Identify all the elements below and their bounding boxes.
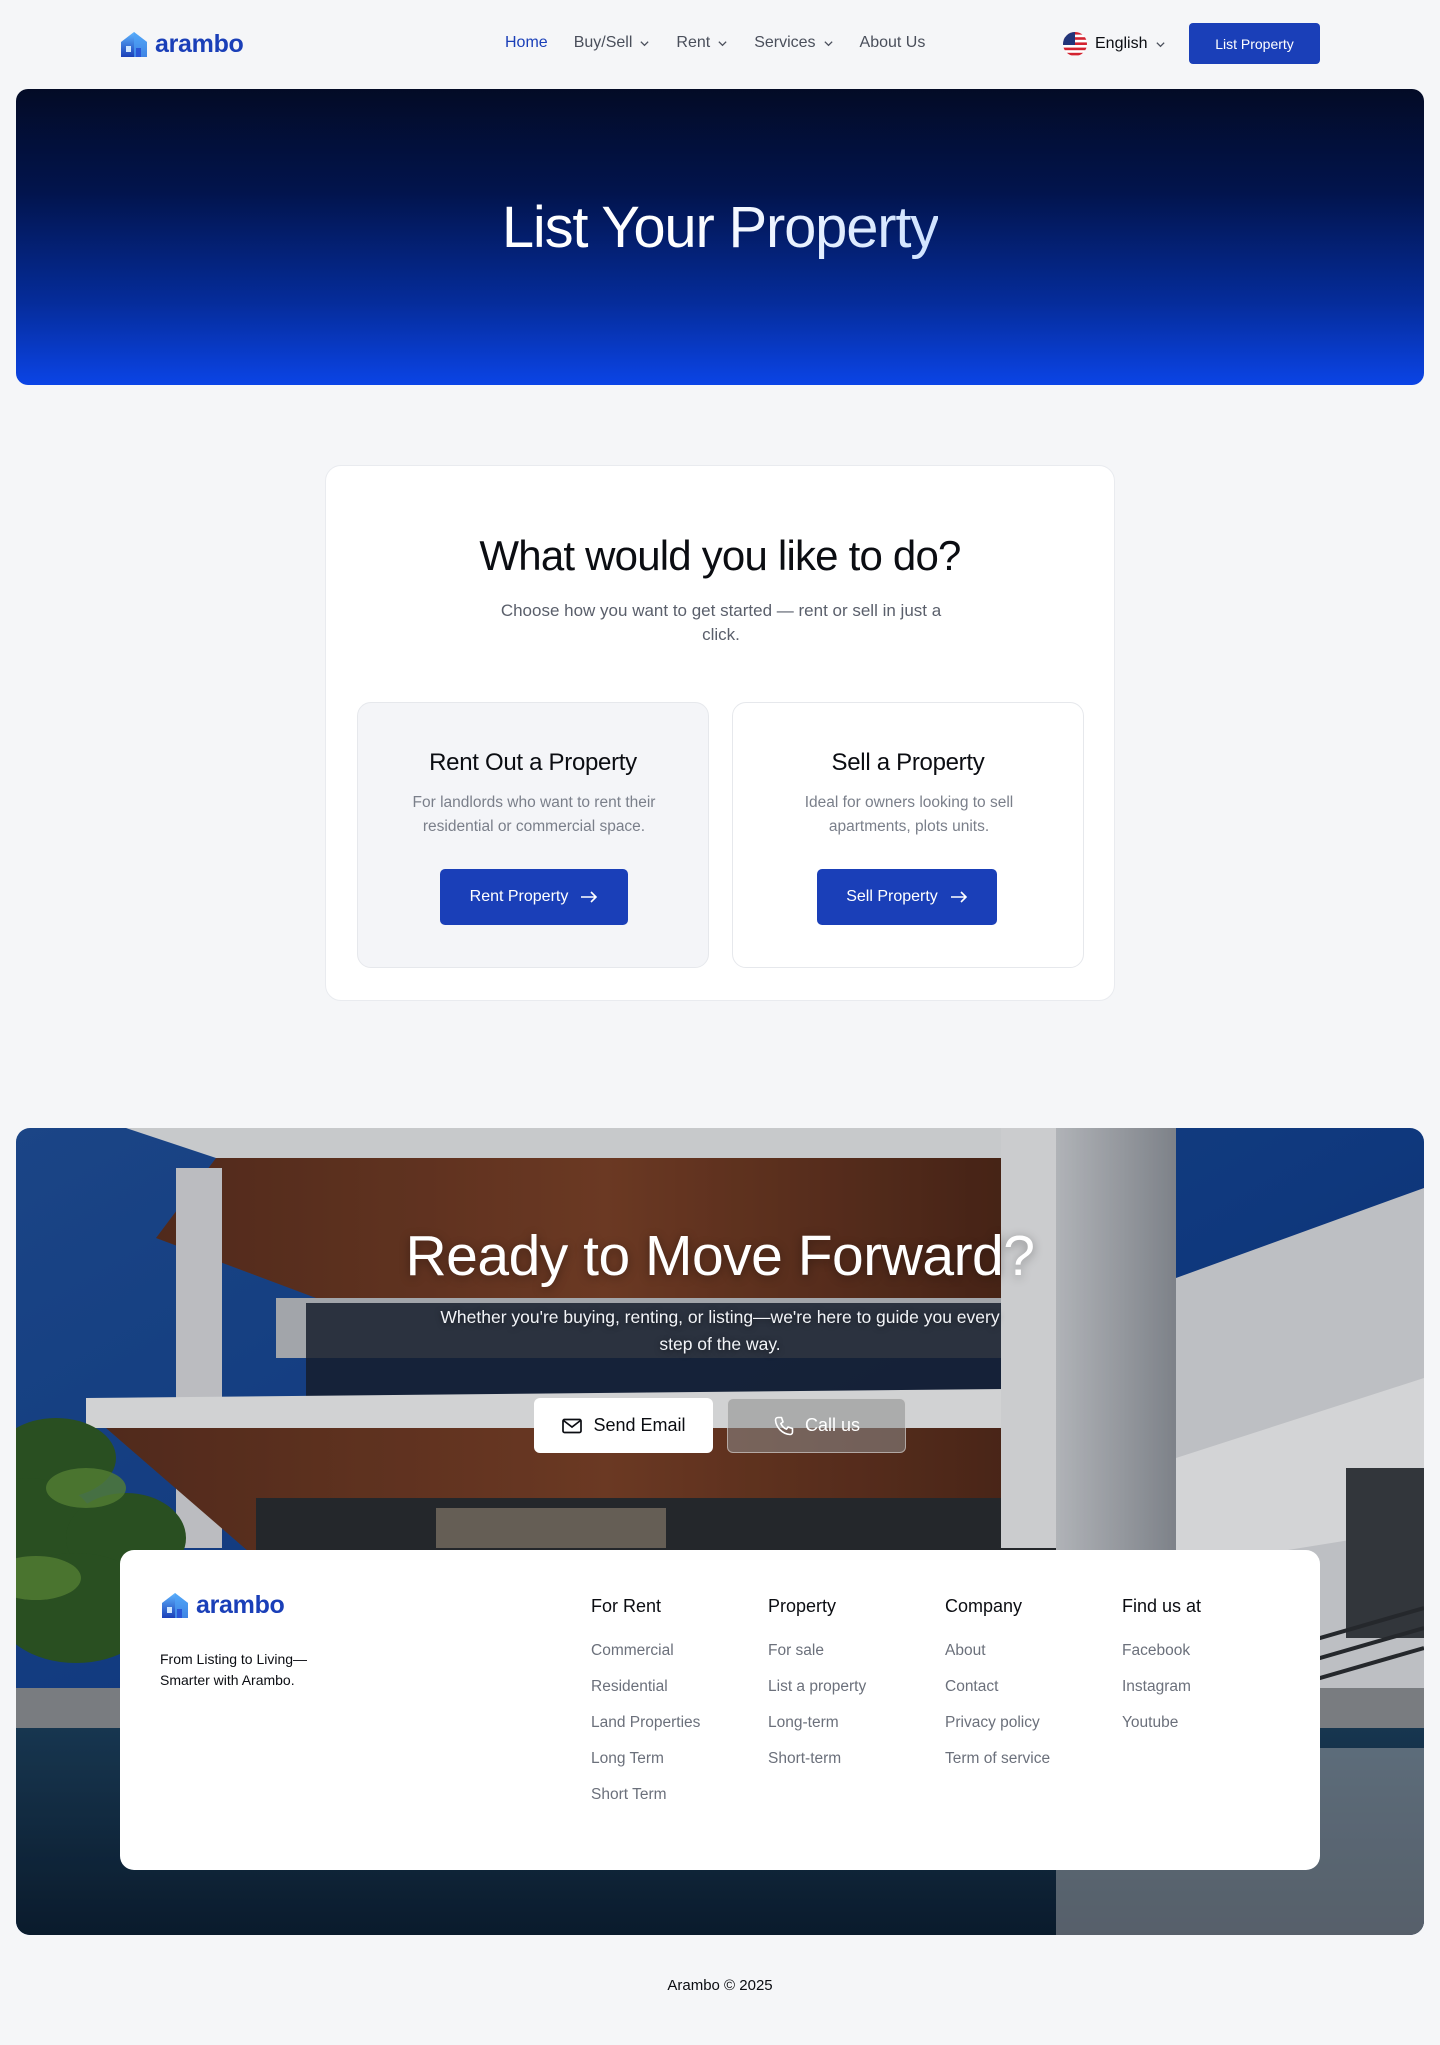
brand-logo[interactable]: arambo [119, 29, 244, 59]
arrow-right-icon [581, 891, 598, 903]
footer-link-facebook[interactable]: Facebook [1122, 1642, 1201, 1678]
footer-card: arambo From Listing to Living—Smarter wi… [120, 1550, 1320, 1870]
footer-link-long-term[interactable]: Long-term [768, 1714, 866, 1750]
rent-option-description: For landlords who want to rent their res… [412, 794, 656, 835]
nav-home-label: Home [505, 34, 548, 51]
chevron-down-icon [1156, 41, 1166, 47]
brand-name: arambo [155, 29, 244, 58]
call-us-button[interactable]: Call us [727, 1398, 906, 1453]
rent-option-card: Rent Out a Property For landlords who wa… [357, 702, 709, 968]
nav-buy-sell[interactable]: Buy/Sell [574, 34, 651, 52]
footer-link-land-properties[interactable]: Land Properties [591, 1714, 700, 1750]
footer-link-for-sale[interactable]: For sale [768, 1642, 866, 1678]
footer-brand-logo[interactable]: arambo [160, 1590, 285, 1620]
language-label: English [1095, 35, 1148, 52]
footer-col-for-rent: For Rent Commercial Residential Land Pro… [591, 1596, 700, 1822]
footer-brand-name: arambo [196, 1590, 285, 1619]
chevron-down-icon [823, 40, 833, 46]
chevron-down-icon [718, 40, 727, 46]
us-flag-icon [1063, 32, 1087, 56]
footer-col-heading: Find us at [1122, 1596, 1202, 1616]
mail-icon [562, 1418, 583, 1433]
list-property-button[interactable]: List Property [1189, 23, 1320, 64]
phone-icon [774, 1416, 794, 1435]
nav-services[interactable]: Services [754, 34, 833, 52]
house-logo-icon [162, 1593, 188, 1618]
footer-tagline: From Listing to Living—Smarter with Aram… [160, 1651, 308, 1688]
house-logo-icon [121, 32, 147, 57]
send-email-button[interactable]: Send Email [534, 1398, 713, 1453]
footer-link-instagram[interactable]: Instagram [1122, 1678, 1201, 1714]
sell-property-button[interactable]: Sell Property [817, 869, 997, 925]
nav-about-us[interactable]: About Us [860, 34, 926, 52]
footer-link-short-term[interactable]: Short Term [591, 1786, 700, 1822]
footer-link-about[interactable]: About [945, 1642, 1050, 1678]
arrow-right-icon [950, 891, 967, 903]
nav-rent-label: Rent [676, 34, 711, 51]
send-email-label: Send Email [593, 1415, 686, 1435]
page-title: List Your Property [501, 194, 939, 260]
sell-option-card: Sell a Property Ideal for owners looking… [732, 702, 1084, 968]
footer-col-company: Company About Contact Privacy policy Ter… [945, 1596, 1050, 1786]
cta-section: Ready to Move Forward? Whether you're bu… [16, 1128, 1424, 1935]
action-choice-card: What would you like to do? Choose how yo… [325, 465, 1115, 1001]
footer-col-property: Property For sale List a property Long-t… [768, 1596, 866, 1786]
sell-option-description: Ideal for owners looking to sell apartme… [804, 794, 1014, 835]
footer-col-heading: For Rent [591, 1596, 662, 1616]
footer-link-short-term[interactable]: Short-term [768, 1750, 866, 1786]
cta-title: Ready to Move Forward? [405, 1224, 1035, 1288]
sell-property-button-label: Sell Property [846, 888, 938, 905]
top-navbar: arambo Home Buy/Sell Rent Services About… [0, 0, 1440, 88]
rent-option-title: Rent Out a Property [429, 749, 637, 776]
choice-title: What would you like to do? [479, 532, 961, 579]
main-nav: Home Buy/Sell Rent Services About Us [505, 34, 925, 52]
footer-link-youtube[interactable]: Youtube [1122, 1714, 1201, 1750]
copyright-text: Arambo © 2025 [667, 1977, 773, 1994]
chevron-down-icon [640, 40, 650, 46]
nav-rent[interactable]: Rent [676, 34, 728, 52]
footer-col-heading: Property [768, 1596, 837, 1616]
footer-link-long-term[interactable]: Long Term [591, 1750, 700, 1786]
cta-subtitle: Whether you're buying, renting, or listi… [440, 1307, 1000, 1354]
hero-banner: List Your Property [16, 89, 1424, 385]
footer-link-contact[interactable]: Contact [945, 1678, 1050, 1714]
rent-property-button[interactable]: Rent Property [440, 869, 628, 925]
footer-col-find-us-at: Find us at Facebook Instagram Youtube [1122, 1596, 1201, 1750]
footer-col-heading: Company [945, 1596, 1023, 1616]
nav-home[interactable]: Home [505, 34, 548, 52]
choice-subtitle: Choose how you want to get started — ren… [500, 601, 942, 644]
footer-link-privacy-policy[interactable]: Privacy policy [945, 1714, 1050, 1750]
rent-property-button-label: Rent Property [469, 888, 569, 905]
language-selector[interactable]: English [1063, 32, 1166, 56]
nav-buy-sell-label: Buy/Sell [573, 34, 633, 51]
footer-link-commercial[interactable]: Commercial [591, 1642, 700, 1678]
footer-link-term-of-service[interactable]: Term of service [945, 1750, 1050, 1786]
nav-about-us-label: About Us [859, 34, 926, 51]
footer-link-list-a-property[interactable]: List a property [768, 1678, 866, 1714]
sell-option-title: Sell a Property [831, 749, 985, 776]
nav-services-label: Services [754, 34, 816, 51]
call-us-label: Call us [804, 1415, 861, 1435]
footer-link-residential[interactable]: Residential [591, 1678, 700, 1714]
